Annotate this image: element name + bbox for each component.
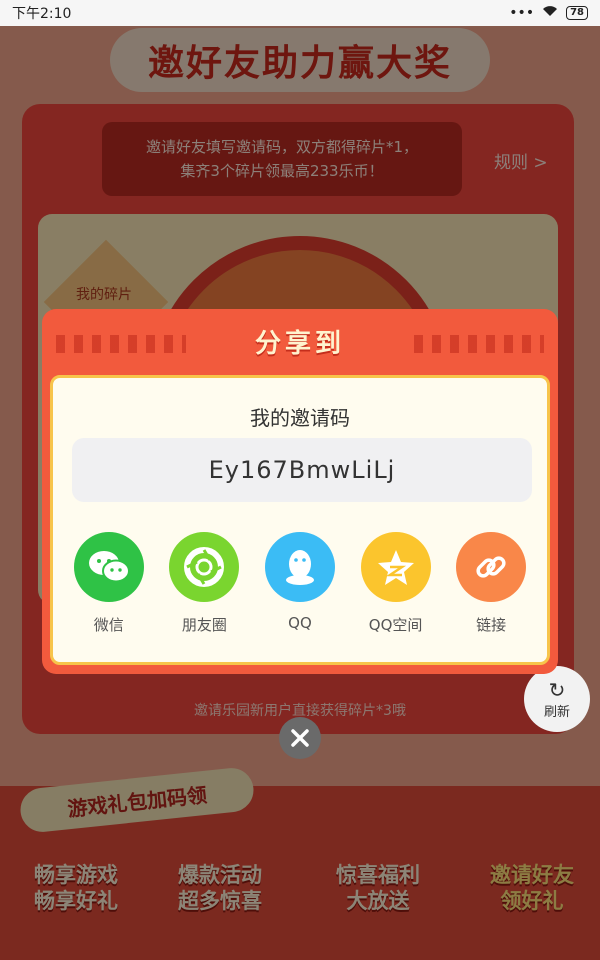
invite-code-value: Ey167BmwLiLj: [208, 456, 396, 484]
link-icon: [456, 532, 527, 602]
qq-icon: [264, 532, 335, 602]
status-icons: ••• 78: [509, 5, 588, 21]
share-moments-button[interactable]: 朋友圈: [159, 532, 249, 635]
status-bar: 下午2:10 ••• 78: [0, 0, 600, 26]
refresh-label: 刷新: [543, 704, 570, 720]
share-qq-button[interactable]: QQ: [255, 532, 345, 635]
wifi-icon: [542, 5, 558, 21]
wechat-icon: [73, 532, 144, 602]
share-modal: 分享到 我的邀请码 Ey167BmwLiLj 微信 朋友圈 QQ QQ空间 链接: [42, 309, 558, 674]
refresh-icon: ↻: [548, 677, 566, 702]
invite-code-box[interactable]: Ey167BmwLiLj: [72, 438, 532, 502]
qzone-icon: [360, 532, 431, 602]
modal-header: 分享到: [42, 309, 558, 373]
share-options: 微信 朋友圈 QQ QQ空间 链接: [53, 532, 547, 635]
status-time: 下午2:10: [12, 6, 72, 22]
share-qzone-button[interactable]: QQ空间: [351, 532, 441, 635]
share-label: QQ: [288, 614, 312, 632]
share-label: 微信: [93, 616, 124, 634]
share-link-button[interactable]: 链接: [446, 532, 536, 635]
moments-icon: [169, 532, 240, 602]
modal-body: 我的邀请码 Ey167BmwLiLj 微信 朋友圈 QQ QQ空间 链接: [50, 375, 550, 665]
close-modal-button[interactable]: [279, 717, 321, 759]
share-label: QQ空间: [368, 616, 423, 634]
share-wechat-button[interactable]: 微信: [64, 532, 154, 635]
refresh-button[interactable]: ↻ 刷新: [524, 666, 590, 732]
battery-icon: 78: [566, 6, 588, 20]
more-dots-icon: •••: [509, 5, 535, 21]
invite-code-label: 我的邀请码: [250, 406, 350, 430]
close-icon: [291, 729, 309, 747]
share-label: 朋友圈: [181, 616, 227, 634]
share-label: 链接: [476, 616, 507, 634]
modal-title: 分享到: [254, 328, 345, 359]
